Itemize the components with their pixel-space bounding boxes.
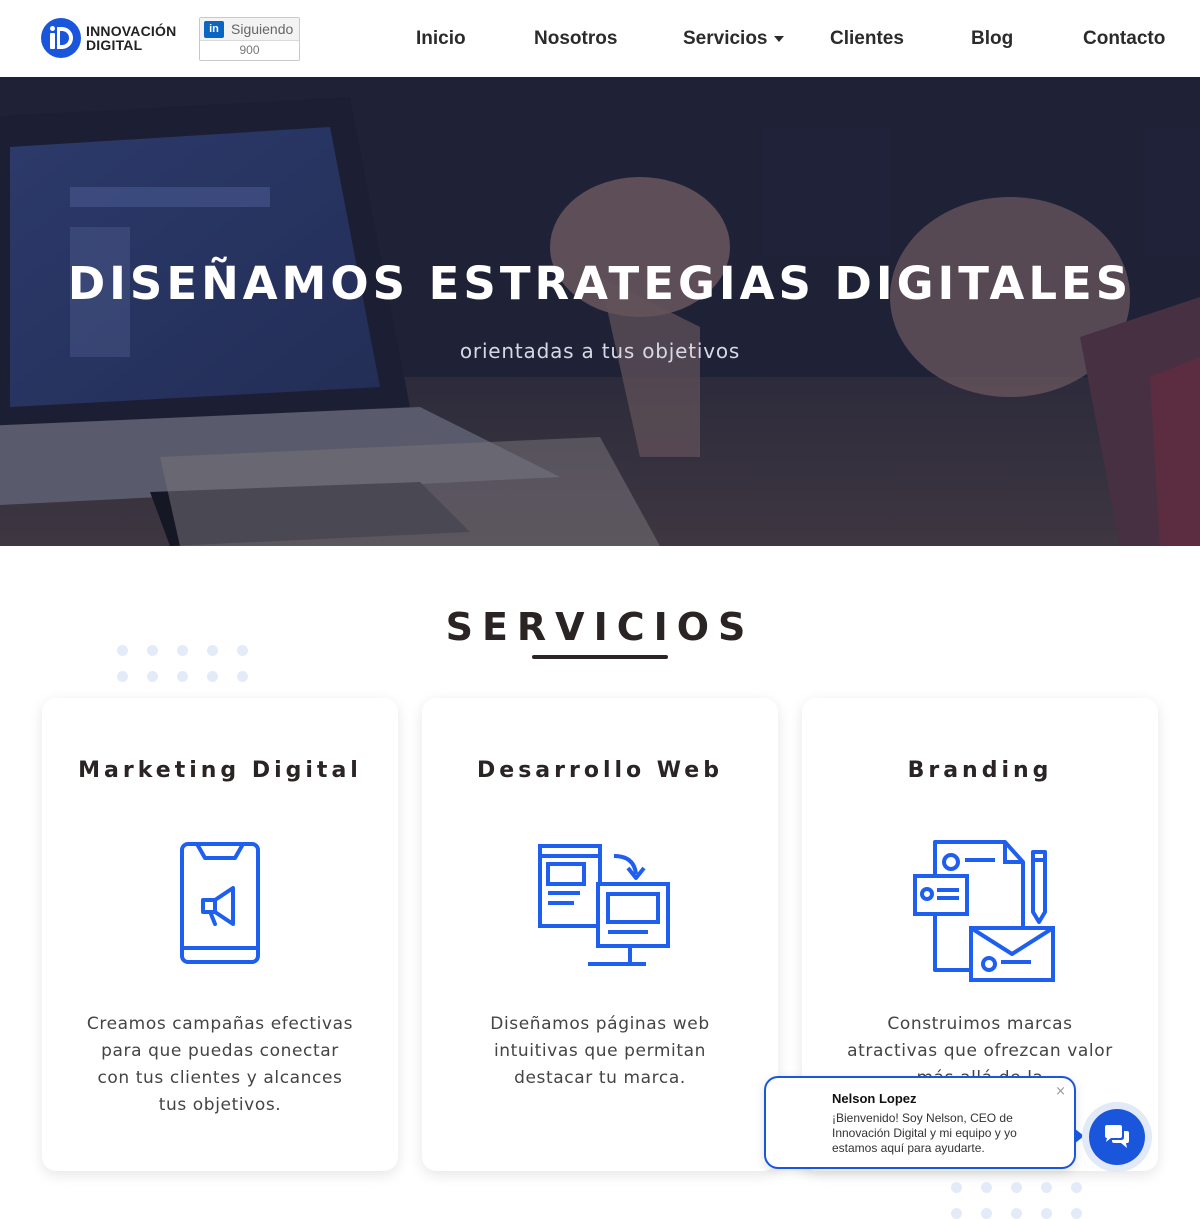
nav-item-servicios-label: Servicios <box>683 28 768 49</box>
hero-overlay <box>0 77 1200 546</box>
chat-welcome-message: ¡Bienvenido! Soy Nelson, CEO de Innovaci… <box>832 1111 1017 1155</box>
chevron-down-icon <box>773 35 784 42</box>
close-icon[interactable]: × <box>1055 1084 1066 1099</box>
linkedin-follow-widget[interactable]: in Siguiendo 900 <box>199 17 300 61</box>
nav-item-servicios[interactable]: Servicios <box>683 28 784 50</box>
chat-agent-name: Nelson Lopez <box>832 1091 917 1106</box>
nav-item-contacto[interactable]: Contacto <box>1083 28 1165 50</box>
smartphone-megaphone-icon <box>180 842 260 964</box>
title-underline <box>532 655 668 659</box>
service-card-description: Creamos campañas efectivas para que pued… <box>86 1014 354 1115</box>
service-card-title: Branding <box>907 758 1053 783</box>
brand-stationery-icon <box>913 840 1055 982</box>
service-card-description: Diseñamos páginas web intuitivas que per… <box>490 1014 710 1088</box>
service-card-title: Marketing Digital <box>78 758 362 783</box>
logo-line-2: DIGITAL <box>86 37 143 53</box>
linkedin-follow-label[interactable]: Siguiendo <box>231 21 293 37</box>
logo-line-1: INNOVACIÓN <box>86 23 177 39</box>
hero-title: DISEÑAMOS ESTRATEGIAS DIGITALES <box>67 257 1133 310</box>
nav-item-nosotros[interactable]: Nosotros <box>534 28 617 50</box>
chat-bubbles-icon <box>1105 1125 1129 1148</box>
chat-welcome-popup[interactable]: Nelson Lopez ¡Bienvenido! Soy Nelson, CE… <box>764 1076 1076 1169</box>
logo-icon <box>41 18 81 58</box>
service-card-marketing[interactable]: Marketing Digital Creamos campañas efect… <box>42 698 398 1171</box>
brand-logo[interactable]: INNOVACIÓN DIGITAL <box>41 18 176 58</box>
services-title: SERVICIOS <box>445 605 755 649</box>
chat-open-button[interactable] <box>1089 1109 1145 1165</box>
service-card-title: Desarrollo Web <box>477 758 723 783</box>
linkedin-icon: in <box>204 20 224 38</box>
hero-subtitle: orientadas a tus objetivos <box>459 339 741 363</box>
linkedin-follower-count: 900 <box>239 43 260 57</box>
site-header: INNOVACIÓN DIGITAL in Siguiendo 900 Inic… <box>0 0 1200 77</box>
nav-item-blog[interactable]: Blog <box>971 28 1013 50</box>
hero-banner: DISEÑAMOS ESTRATEGIAS DIGITALES orientad… <box>0 77 1200 546</box>
nav-item-clientes[interactable]: Clientes <box>830 28 904 50</box>
service-card-web[interactable]: Desarrollo Web Diseñamos páginas web int… <box>422 698 778 1171</box>
web-design-monitor-icon <box>538 844 670 966</box>
logo-text: INNOVACIÓN DIGITAL <box>86 24 176 52</box>
nav-item-inicio[interactable]: Inicio <box>416 28 466 50</box>
